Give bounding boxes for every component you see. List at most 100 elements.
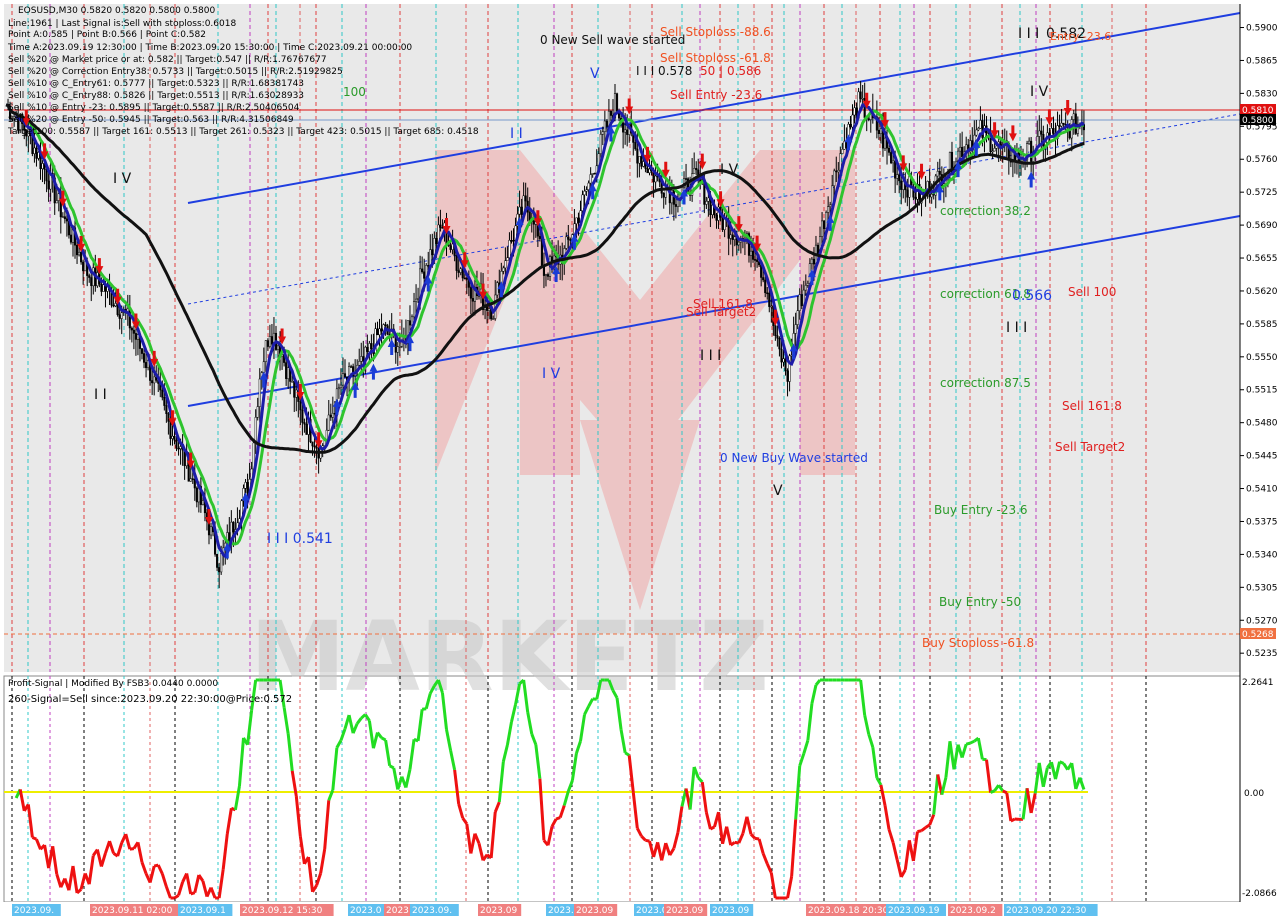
wave-100-label: 100 [343, 85, 366, 99]
candle-body [642, 161, 645, 167]
info-line: Sell %20 @ Market price or at: 0.582 || … [8, 55, 327, 65]
candle-body [463, 277, 466, 280]
time-label: 2023.09.12 15:30 [242, 906, 323, 916]
candle-body [823, 220, 826, 229]
candle-body [569, 239, 572, 241]
candle-body [991, 150, 994, 153]
candle-body [833, 170, 836, 187]
candle-body [88, 275, 91, 278]
osc-segment [1002, 789, 1008, 795]
candle-body [648, 168, 651, 174]
candle-body [638, 156, 641, 164]
osc-segment [388, 764, 395, 770]
candle-body [776, 335, 779, 339]
price-tick-label: 0.5445 [1246, 452, 1278, 462]
candle-body [287, 367, 290, 379]
chart-canvas[interactable]: MARKETZ EOSUSD,M30 0.5820 0.5820 0.5800 … [0, 0, 1280, 920]
candle-body [293, 381, 296, 398]
candle-body [80, 251, 83, 263]
candle-body [415, 298, 418, 302]
candle-body [169, 421, 172, 439]
candle-body [368, 343, 371, 353]
candle-body [41, 163, 44, 169]
candle-body [774, 325, 777, 336]
candle-body [339, 384, 342, 389]
candle-body [78, 251, 81, 256]
candle-body [441, 227, 444, 229]
candle-body [581, 194, 584, 211]
candle-body [770, 305, 773, 308]
candle-body [209, 526, 213, 536]
candle-body [378, 328, 381, 336]
candle-body [256, 406, 259, 418]
candle-body [883, 137, 887, 149]
candle-body [299, 401, 302, 411]
time-label: 2023.09. [412, 906, 452, 916]
candle-body [707, 197, 710, 202]
time-label: 2023.09.11 02:00 [92, 906, 173, 916]
candle-body [575, 217, 578, 225]
time-label: 2023.09 [576, 906, 613, 916]
candle-body [220, 553, 223, 573]
wave-iii-0578-label: I I I 0.578 [636, 64, 692, 78]
candle-body [624, 129, 627, 133]
candle-body [175, 439, 178, 449]
price-tick-label: 0.5305 [1246, 583, 1278, 593]
osc-segment [190, 891, 196, 896]
candle-body [1060, 122, 1063, 127]
osc-segment [31, 836, 38, 841]
candle-body [821, 220, 824, 237]
candle-body [47, 180, 50, 190]
price-tick-label: 0.5375 [1246, 517, 1278, 527]
info-line: Point A:0.585 | Point B:0.566 | Point C:… [8, 30, 206, 40]
candle-body [784, 358, 787, 372]
candle-body [737, 241, 740, 246]
info-line: Sell %20 @ Entry -50: 0.5945 || Target:0… [8, 115, 294, 125]
candle-body [626, 129, 629, 135]
candle-body [1050, 128, 1053, 136]
indicator-axis-zero: 0.00 [1244, 789, 1264, 799]
candle-body [721, 216, 724, 230]
candle-body [65, 218, 68, 222]
candle-body [900, 180, 903, 190]
candle-body [524, 195, 527, 202]
candle-body [1048, 132, 1051, 136]
candle-body [130, 327, 133, 331]
candle-body [151, 380, 154, 384]
candle-body [786, 370, 789, 382]
candle-body [674, 204, 677, 207]
candle-body [510, 240, 513, 242]
candle-body [979, 120, 982, 129]
candle-body [33, 147, 36, 154]
candle-body [778, 337, 781, 350]
candle-body [609, 110, 612, 116]
candle-body [853, 107, 856, 116]
time-label: 2023.09.18 20:30 [808, 906, 889, 916]
candle-body [305, 423, 308, 435]
roman-iv-2: I V [720, 162, 739, 178]
price-tick-label: 0.5235 [1246, 649, 1278, 659]
candle-body [177, 447, 180, 450]
new-buy-wave-label: 0 New Buy Wave started [720, 451, 868, 465]
osc-segment [129, 847, 135, 851]
sell-entry-23-label: Sell Entry -23.6 [670, 88, 762, 102]
price-tick-label: 0.5550 [1246, 353, 1278, 363]
candle-body [132, 329, 135, 334]
candle-body [835, 170, 838, 173]
candle-body [258, 378, 261, 407]
candle-body [646, 168, 649, 174]
candle-body [163, 397, 166, 406]
candle-body [451, 243, 454, 250]
sell-entry-50-label: 50 | 0.586 [700, 64, 761, 78]
candle-body [804, 285, 807, 291]
price-tick-label: 0.5760 [1246, 155, 1278, 165]
roman-iv-3: I V [542, 366, 561, 382]
candle-body [285, 362, 288, 379]
candle-body [849, 124, 852, 128]
roman-iii-3: I I I [1018, 26, 1039, 42]
candle-body [585, 189, 588, 192]
candle-body [800, 294, 803, 307]
candle-body [165, 405, 168, 414]
candle-body [118, 314, 121, 319]
time-label: 2023.09 [480, 906, 517, 916]
